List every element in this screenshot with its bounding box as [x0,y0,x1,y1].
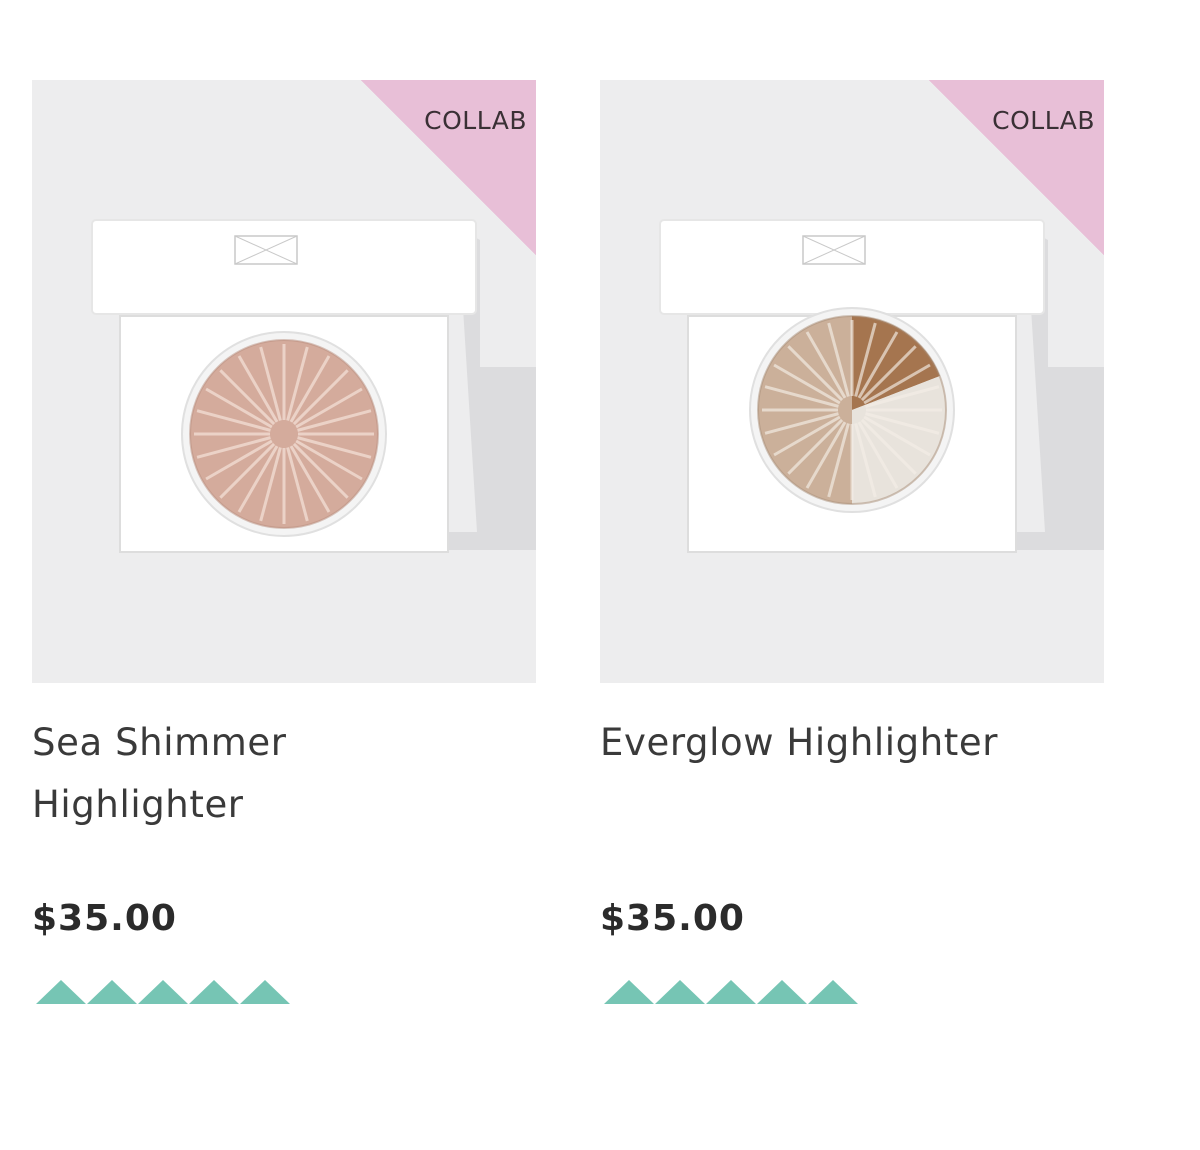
product-price: $35.00 [32,898,177,939]
product-name-link[interactable]: Everglow Highlighter [600,712,1120,774]
rating-stars[interactable] [36,980,290,1004]
product-name-line: Highlighter [32,783,244,826]
product-name-line: Sea Shimmer [32,721,287,764]
product-image[interactable]: COLLAB [600,80,1104,683]
product-name-link[interactable]: Sea Shimmer Highlighter [32,712,552,836]
product-price: $35.00 [600,898,745,939]
collab-badge: COLLAB [929,80,1104,270]
rating-star-icon [240,980,290,1004]
rating-star-icon [706,980,756,1004]
rating-star-icon [138,980,188,1004]
product-grid: COLLAB Sea Shimmer Highlighter $35.00 CO… [0,0,1200,1150]
rating-star-icon [87,980,137,1004]
collab-badge: COLLAB [361,80,536,270]
rating-star-icon [604,980,654,1004]
product-card[interactable]: COLLAB Everglow Highlighter $35.00 [600,72,1120,1072]
rating-star-icon [189,980,239,1004]
rating-stars[interactable] [604,980,858,1004]
badge-label: COLLAB [424,106,527,135]
product-card[interactable]: COLLAB Sea Shimmer Highlighter $35.00 [32,72,552,1072]
rating-star-icon [655,980,705,1004]
product-image[interactable]: COLLAB [32,80,536,683]
rating-star-icon [36,980,86,1004]
rating-star-icon [757,980,807,1004]
product-name-line: Everglow Highlighter [600,721,999,764]
badge-label: COLLAB [992,106,1095,135]
rating-star-icon [808,980,858,1004]
